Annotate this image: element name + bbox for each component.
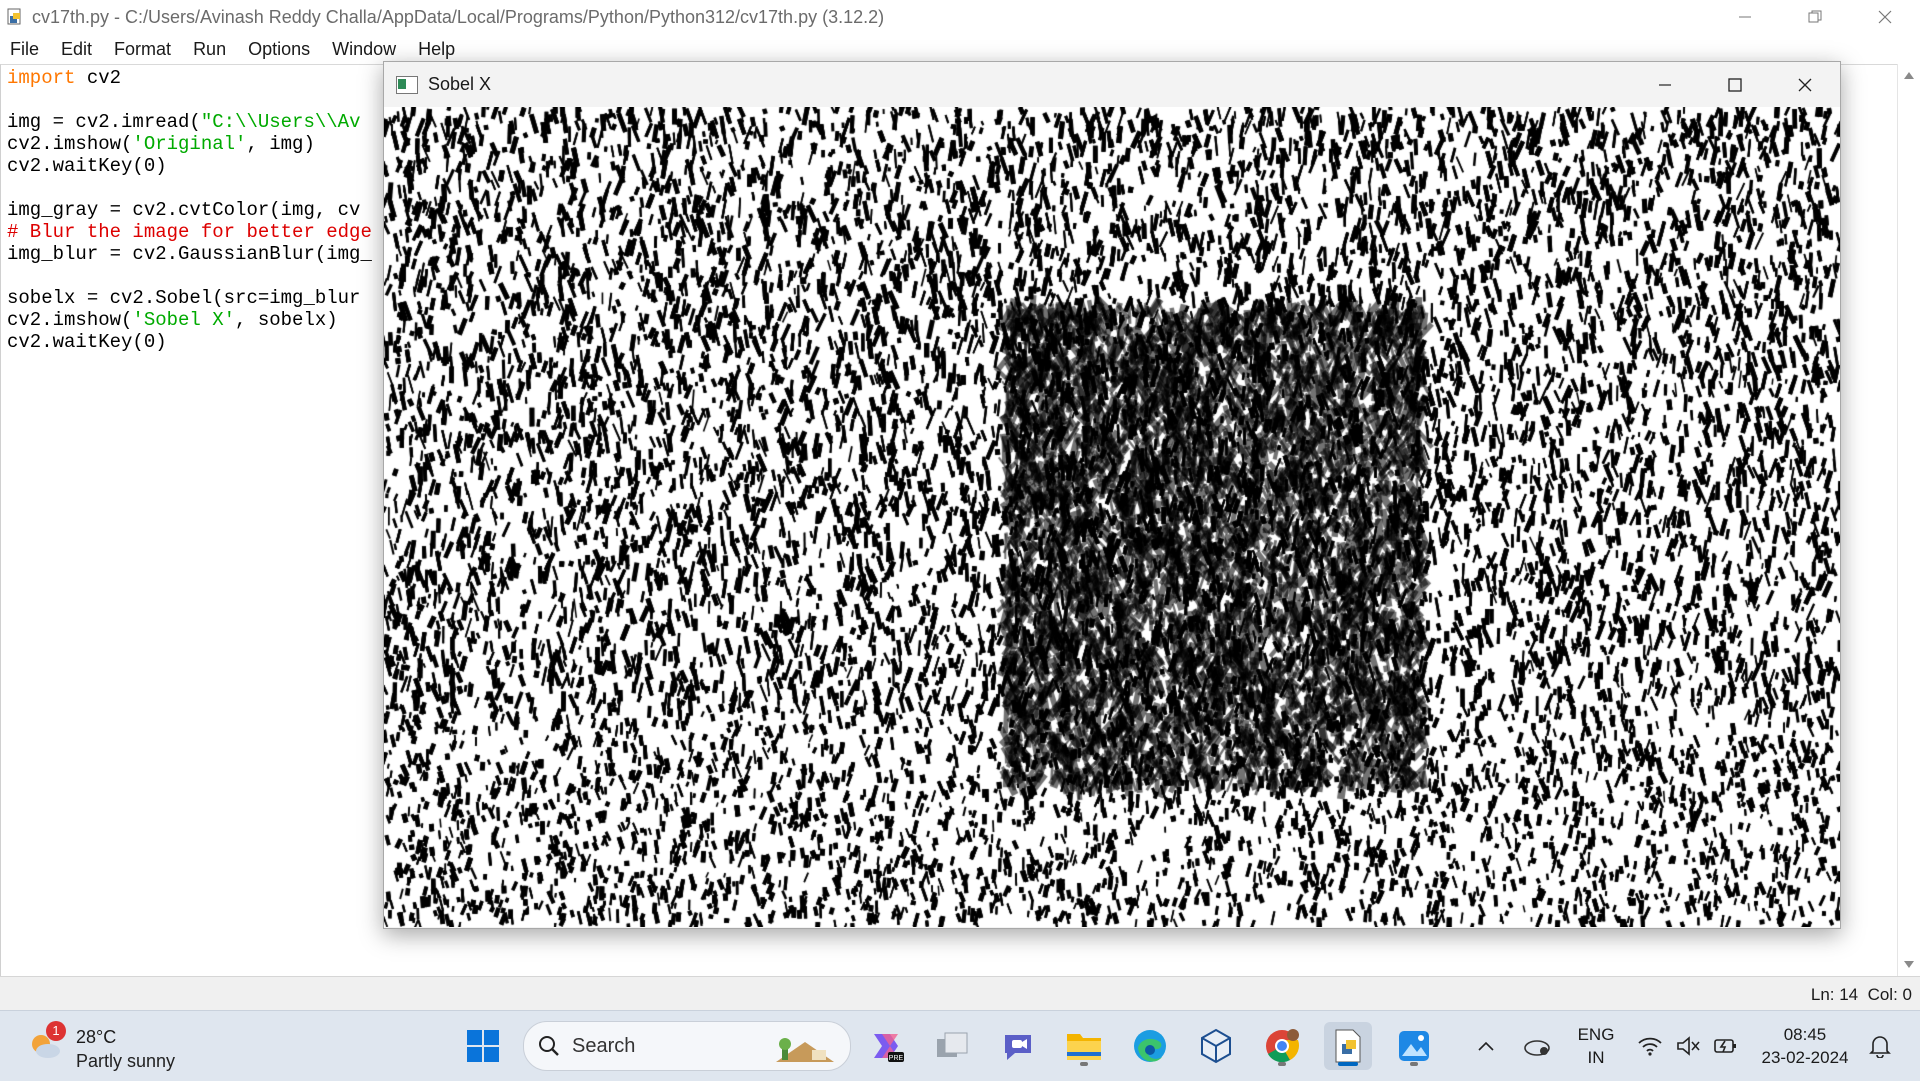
code-line[interactable]: sobelx = cv2.Sobel(src=img_blur	[7, 287, 372, 309]
code-line[interactable]: import cv2	[7, 67, 372, 89]
menu-options[interactable]: Options	[237, 39, 321, 60]
sobel-minimize-button[interactable]	[1630, 62, 1700, 107]
weather-widget[interactable]: 1 28°C Partly sunny	[24, 1019, 204, 1073]
edge-browser-icon[interactable]	[1126, 1022, 1174, 1070]
line-number: Ln: 14	[1810, 985, 1859, 1004]
volume-muted-icon[interactable]	[1670, 1022, 1706, 1070]
cursor-position: Ln: 14 Col: 0	[1811, 985, 1912, 1005]
code-line[interactable]: cv2.waitKey(0)	[7, 331, 372, 353]
menu-edit[interactable]: Edit	[50, 39, 103, 60]
menu-help[interactable]: Help	[407, 39, 466, 60]
running-indicator	[1278, 1062, 1286, 1066]
code-line[interactable]	[7, 177, 372, 199]
sobel-maximize-button[interactable]	[1700, 62, 1770, 107]
code-line[interactable]: cv2.imshow('Sobel X', sobelx)	[7, 309, 372, 331]
sobel-image	[384, 107, 1840, 927]
sobel-x-window[interactable]: Sobel X	[383, 61, 1841, 929]
clock-time: 08:45	[1783, 1025, 1827, 1044]
status-bar: Ln: 14 Col: 0	[0, 976, 1920, 1011]
show-hidden-icons-chevron-icon[interactable]	[1466, 1022, 1506, 1070]
minimize-button[interactable]	[1710, 0, 1780, 34]
sobel-close-button[interactable]	[1770, 62, 1840, 107]
clock-date: 23-02-2024	[1761, 1048, 1849, 1067]
active-indicator	[1338, 1062, 1358, 1066]
window-title: cv17th.py - C:/Users/Avinash Reddy Chall…	[32, 6, 885, 27]
code-line[interactable]	[7, 265, 372, 287]
virtualbox-icon[interactable]	[1192, 1022, 1240, 1070]
running-indicator	[1410, 1062, 1418, 1066]
running-indicator	[1080, 1062, 1088, 1066]
menu-run[interactable]: Run	[182, 39, 237, 60]
column-number: Col: 0	[1867, 985, 1912, 1004]
svg-text:PRE: PRE	[889, 1055, 904, 1062]
onedrive-cloud-icon[interactable]	[1515, 1022, 1559, 1070]
language-code: ENG	[1577, 1025, 1615, 1044]
file-explorer-icon[interactable]	[1060, 1022, 1108, 1070]
editor-scrollbar[interactable]	[1897, 64, 1920, 976]
idle-title-bar[interactable]: cv17th.py - C:/Users/Avinash Reddy Chall…	[0, 0, 1920, 34]
code-line[interactable]: cv2.waitKey(0)	[7, 155, 372, 177]
code-line[interactable]: img_gray = cv2.cvtColor(img, cv	[7, 199, 372, 221]
menu-bar: File Edit Format Run Options Window Help	[0, 34, 1920, 64]
system-clock[interactable]: 08:45 23-02-2024	[1760, 1023, 1850, 1069]
code-line[interactable]: cv2.imshow('Original', img)	[7, 133, 372, 155]
weather-condition: Partly sunny	[76, 1051, 176, 1071]
code-line[interactable]: img = cv2.imread("C:\\Users\\Av	[7, 111, 372, 133]
task-view-icon[interactable]	[928, 1022, 976, 1070]
code-line[interactable]: # Blur the image for better edge	[7, 221, 372, 243]
start-button[interactable]	[459, 1022, 507, 1070]
windows-logo-icon	[467, 1030, 499, 1062]
photos-app-icon[interactable]	[1390, 1022, 1438, 1070]
code-text[interactable]: import cv2 img = cv2.imread("C:\\Users\\…	[7, 67, 372, 353]
close-button[interactable]	[1850, 0, 1920, 34]
scroll-up-arrow-icon[interactable]	[1904, 72, 1914, 79]
idle-file-icon	[6, 8, 24, 26]
code-line[interactable]	[7, 89, 372, 111]
scroll-down-arrow-icon[interactable]	[1904, 961, 1914, 968]
chrome-icon[interactable]	[1258, 1022, 1306, 1070]
search-highlight-icon	[776, 1038, 834, 1062]
menu-file[interactable]: File	[0, 39, 50, 60]
menu-window[interactable]: Window	[321, 39, 407, 60]
code-line[interactable]: img_blur = cv2.GaussianBlur(img_	[7, 243, 372, 265]
opencv-window-icon	[396, 75, 418, 94]
weather-badge: 1	[46, 1021, 66, 1041]
weather-temp: 28°C	[76, 1027, 117, 1047]
taskbar: 1 28°C Partly sunny Search PRE ENG IN 08…	[0, 1010, 1920, 1081]
battery-charging-icon[interactable]	[1708, 1022, 1744, 1070]
sobel-window-title: Sobel X	[428, 74, 492, 94]
taskbar-search[interactable]: Search	[523, 1021, 851, 1071]
search-icon	[539, 1036, 559, 1056]
wifi-icon[interactable]	[1632, 1022, 1668, 1070]
search-label: Search	[572, 1034, 636, 1057]
language-indicator[interactable]: ENG IN	[1570, 1023, 1622, 1069]
sobel-edge-image	[384, 107, 1840, 927]
restore-button[interactable]	[1780, 0, 1850, 34]
notification-bell-icon[interactable]	[1860, 1022, 1900, 1070]
sobel-title-bar[interactable]: Sobel X	[384, 62, 1840, 107]
idle-python-icon[interactable]	[1324, 1022, 1372, 1070]
teams-chat-icon[interactable]	[994, 1022, 1042, 1070]
region-code: IN	[1587, 1048, 1605, 1067]
copilot-icon[interactable]: PRE	[862, 1022, 910, 1070]
menu-format[interactable]: Format	[103, 39, 182, 60]
